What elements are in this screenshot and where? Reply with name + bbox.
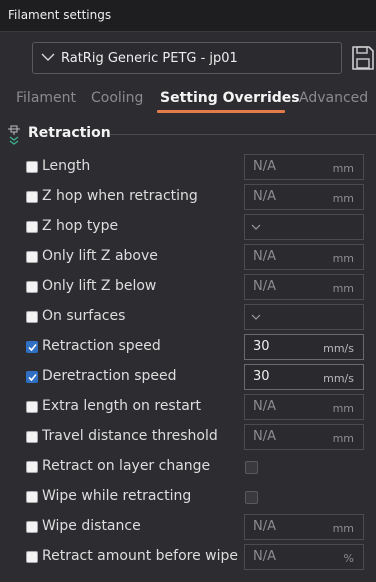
setting-label: Z hop type [42,218,119,234]
chevron-down-icon [251,314,261,320]
preset-dropdown[interactable]: RatRig Generic PETG - jp01 [32,42,342,74]
setting-row: Retraction speed 30 mm/s [0,332,376,362]
override-checkbox[interactable] [26,401,38,413]
override-checkbox[interactable] [26,521,38,533]
setting-label: Z hop when retracting [42,188,198,204]
override-checkbox[interactable] [26,221,38,233]
setting-value-input[interactable]: N/A mm [244,274,364,300]
setting-value: N/A [253,279,276,294]
override-checkbox[interactable] [26,191,38,203]
override-checkbox[interactable] [26,491,38,503]
section-title: Retraction [28,125,111,141]
setting-value-input[interactable]: N/A mm [244,154,364,180]
setting-label: Extra length on restart [42,398,202,414]
setting-value: N/A [253,429,276,444]
setting-row: On surfaces [0,302,376,332]
setting-row: Extra length on restart N/A mm [0,392,376,422]
setting-value-input[interactable]: 30 mm/s [244,334,364,360]
setting-row: Z hop type [0,212,376,242]
chevron-down-icon [251,224,261,230]
checkmark-icon [28,373,37,382]
setting-unit: mm [332,192,354,205]
setting-unit: mm/s [323,342,354,355]
setting-label: Wipe while retracting [42,488,192,504]
tab-setting-overrides[interactable]: Setting Overrides [160,90,300,106]
setting-row: Travel distance threshold N/A mm [0,422,376,452]
setting-value: N/A [253,249,276,264]
save-icon [352,46,374,70]
setting-value: N/A [253,159,276,174]
setting-value: 30 [253,339,270,354]
setting-label: Only lift Z above [42,248,158,264]
setting-unit: mm [332,252,354,265]
setting-row: Only lift Z above N/A mm [0,242,376,272]
tab-filament[interactable]: Filament [16,90,76,106]
setting-row: Deretraction speed 30 mm/s [0,362,376,392]
save-button[interactable] [350,44,376,72]
setting-value-input[interactable]: N/A mm [244,184,364,210]
section-divider [110,134,376,135]
retraction-icon [8,125,20,145]
override-checkbox[interactable] [26,161,38,173]
override-checkbox[interactable] [26,251,38,263]
setting-label: Retraction speed [42,338,161,354]
setting-value-input[interactable]: N/A mm [244,424,364,450]
setting-select[interactable] [244,214,364,240]
setting-value: N/A [253,189,276,204]
setting-toggle-checkbox[interactable] [245,491,258,504]
setting-unit: mm [332,402,354,415]
setting-select[interactable] [244,304,364,330]
setting-value-input[interactable]: 30 mm/s [244,364,364,390]
override-checkbox[interactable] [26,461,38,473]
setting-row: Retract amount before wipe N/A% [0,542,376,572]
setting-value-input[interactable]: N/A mm [244,514,364,540]
setting-unit: mm [332,282,354,295]
setting-value-input[interactable]: N/A% [244,544,364,570]
setting-row: Retract on layer change [0,452,376,482]
setting-row: Z hop when retracting N/A mm [0,182,376,212]
setting-unit: mm [332,162,354,175]
setting-label: Wipe distance [42,518,141,534]
override-checkbox[interactable] [26,551,38,563]
setting-unit: mm [332,522,354,535]
setting-value: N/A [253,399,276,414]
setting-row: Wipe while retracting [0,482,376,512]
tab-cooling[interactable]: Cooling [91,90,143,106]
setting-label: Only lift Z below [42,278,157,294]
override-checkbox[interactable] [26,371,38,383]
setting-label: On surfaces [42,308,126,324]
setting-label: Length [42,158,91,174]
override-checkbox[interactable] [26,281,38,293]
tab-advanced[interactable]: Advanced [299,90,368,106]
setting-label: Travel distance threshold [42,428,218,444]
setting-row: Length N/A mm [0,152,376,182]
setting-unit: % [343,552,354,565]
override-checkbox[interactable] [26,431,38,443]
setting-value: N/A [253,519,276,534]
override-checkbox[interactable] [26,341,38,353]
setting-unit: mm/s [323,372,354,385]
setting-value-input[interactable]: N/A mm [244,244,364,270]
setting-value: 30 [253,369,270,384]
setting-toggle-checkbox[interactable] [245,461,258,474]
setting-label: Retract amount before wipe [42,548,238,564]
setting-label: Deretraction speed [42,368,177,384]
setting-unit: mm [332,432,354,445]
checkmark-icon [28,343,37,352]
override-checkbox[interactable] [26,311,38,323]
preset-name: RatRig Generic PETG - jp01 [61,51,238,66]
setting-label: Retract on layer change [42,458,211,474]
window-title: Filament settings [8,8,112,22]
title-bar: Filament settings [0,0,376,32]
chevron-down-icon [41,53,55,61]
active-tab-indicator [157,110,285,113]
setting-value: N/A [253,549,276,564]
setting-value-input[interactable]: N/A mm [244,394,364,420]
setting-row: Wipe distance N/A mm [0,512,376,542]
setting-row: Only lift Z below N/A mm [0,272,376,302]
